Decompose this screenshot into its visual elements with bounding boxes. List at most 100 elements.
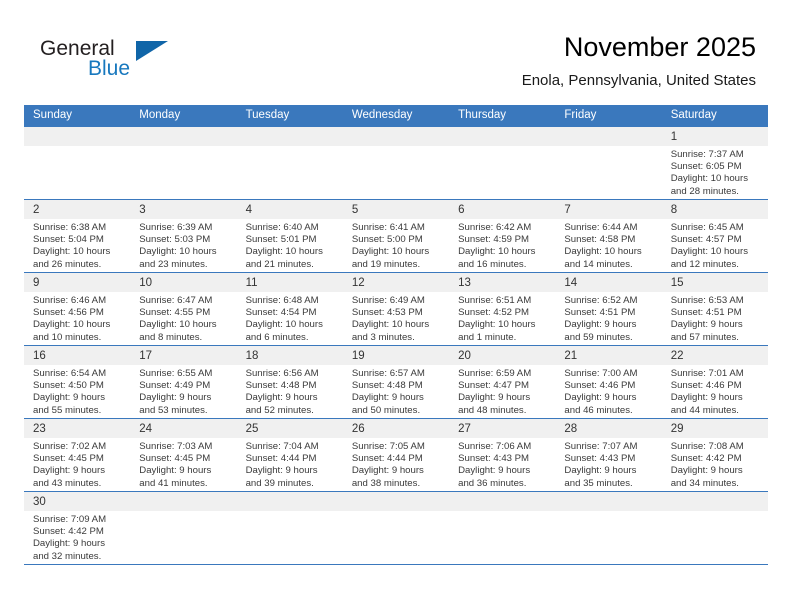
- daylight-text-line2: and 1 minute.: [458, 331, 517, 343]
- daylight-text-line2: and 53 minutes.: [139, 404, 208, 416]
- calendar-day-cell[interactable]: 19 Sunrise: 6:57 AM Sunset: 4:48 PM Dayligh…: [342, 345, 450, 419]
- sunrise-text: Sunrise: 6:49 AM: [351, 295, 425, 306]
- calendar-day-cell[interactable]: 9 Sunrise: 6:46 AM Sunset: 4:56 PM Daylight…: [24, 272, 131, 346]
- calendar-day-cell[interactable]: 23 Sunrise: 7:02 AM Sunset: 4:45 PM Dayligh…: [24, 418, 131, 492]
- calendar-day-cell[interactable]: 22 Sunrise: 7:01 AM Sunset: 4:46 PM Dayligh…: [661, 345, 768, 419]
- sunset-text: Sunset: 4:43 PM: [564, 453, 636, 465]
- calendar-day-cell[interactable]: 5 Sunrise: 6:41 AM Sunset: 5:00 PM Daylight…: [342, 199, 450, 273]
- general-blue-logo[interactable]: General Blue: [40, 38, 240, 92]
- calendar-day-cell-empty: [236, 126, 343, 200]
- day-number: 5: [342, 200, 450, 219]
- calendar-day-cell[interactable]: 12 Sunrise: 6:49 AM Sunset: 4:53 PM Dayligh…: [342, 272, 450, 346]
- sunset-text: Sunset: 4:57 PM: [670, 234, 742, 246]
- daylight-text-line1: Daylight: 10 hours: [564, 246, 642, 258]
- sunset-text: Sunset: 4:58 PM: [564, 234, 636, 246]
- daylight-text-line1: Daylight: 9 hours: [139, 465, 212, 477]
- day-number: 9: [24, 273, 131, 292]
- day-details: Sunrise: 6:45 AM Sunset: 4:57 PM Daylight:…: [662, 219, 768, 271]
- calendar-day-cell[interactable]: 11 Sunrise: 6:48 AM Sunset: 4:54 PM Dayligh…: [236, 272, 343, 346]
- sunset-text: Sunset: 4:44 PM: [245, 453, 317, 465]
- calendar-day-cell-empty: [236, 491, 343, 565]
- sunset-text: Sunset: 4:56 PM: [33, 307, 104, 319]
- calendar-day-cell[interactable]: 13 Sunrise: 6:51 AM Sunset: 4:52 PM Dayligh…: [449, 272, 556, 346]
- day-details: Sunrise: 7:00 AM Sunset: 4:46 PM Daylight:…: [555, 365, 661, 417]
- calendar-day-cell[interactable]: 2 Sunrise: 6:38 AM Sunset: 5:04 PM Daylight…: [24, 199, 131, 273]
- daylight-text-line2: and 46 minutes.: [564, 404, 633, 416]
- daylight-text-line2: and 16 minutes.: [458, 258, 527, 270]
- day-details: Sunrise: 6:59 AM Sunset: 4:47 PM Daylight:…: [449, 365, 555, 417]
- daylight-text-line1: Daylight: 9 hours: [139, 392, 212, 404]
- calendar-day-cell[interactable]: 8 Sunrise: 6:45 AM Sunset: 4:57 PM Daylight…: [661, 199, 768, 273]
- daylight-text-line2: and 26 minutes.: [33, 258, 102, 270]
- day-details: Sunrise: 6:52 AM Sunset: 4:51 PM Daylight:…: [555, 292, 661, 344]
- calendar-week-row: 30 Sunrise: 7:09 AM Sunset: 4:42 PM Dayligh…: [24, 491, 768, 565]
- calendar-day-cell[interactable]: 24 Sunrise: 7:03 AM Sunset: 4:45 PM Dayligh…: [130, 418, 237, 492]
- day-number-placeholder: [449, 127, 556, 146]
- sunrise-text: Sunrise: 6:47 AM: [139, 295, 213, 306]
- sunrise-text: Sunrise: 7:07 AM: [564, 441, 638, 452]
- daylight-text-line2: and 41 minutes.: [139, 477, 208, 489]
- calendar-day-cell[interactable]: 28 Sunrise: 7:07 AM Sunset: 4:43 PM Dayligh…: [555, 418, 662, 492]
- title-block: November 2025 Enola, Pennsylvania, Unite…: [522, 30, 756, 92]
- sunrise-sunset-calendar: Sunday Monday Tuesday Wednesday Thursday Frid…: [24, 105, 768, 565]
- sunrise-text: Sunrise: 6:59 AM: [458, 368, 532, 379]
- calendar-day-cell[interactable]: 1 Sunrise: 7:37 AM Sunset: 6:05 PM Daylight…: [661, 126, 768, 200]
- calendar-day-cell[interactable]: 4 Sunrise: 6:40 AM Sunset: 5:01 PM Daylight…: [236, 199, 343, 273]
- daylight-text-line1: Daylight: 10 hours: [33, 319, 111, 331]
- day-number-placeholder: [236, 127, 343, 146]
- calendar-day-cell[interactable]: 21 Sunrise: 7:00 AM Sunset: 4:46 PM Dayligh…: [555, 345, 662, 419]
- sunrise-text: Sunrise: 7:04 AM: [245, 441, 319, 452]
- calendar-day-cell-empty: [24, 126, 131, 200]
- daylight-text-line1: Daylight: 10 hours: [458, 319, 536, 331]
- daylight-text-line1: Daylight: 9 hours: [564, 392, 637, 404]
- calendar-day-cell[interactable]: 25 Sunrise: 7:04 AM Sunset: 4:44 PM Dayligh…: [236, 418, 343, 492]
- daylight-text-line1: Daylight: 10 hours: [351, 319, 430, 331]
- sunset-text: Sunset: 4:45 PM: [33, 453, 104, 465]
- calendar-day-cell[interactable]: 20 Sunrise: 6:59 AM Sunset: 4:47 PM Dayligh…: [449, 345, 556, 419]
- calendar-day-cell[interactable]: 10 Sunrise: 6:47 AM Sunset: 4:55 PM Dayligh…: [130, 272, 237, 346]
- daylight-text-line2: and 38 minutes.: [351, 477, 421, 489]
- day-details: Sunrise: 6:51 AM Sunset: 4:52 PM Daylight:…: [449, 292, 555, 344]
- sunrise-text: Sunrise: 6:48 AM: [245, 295, 319, 306]
- calendar-day-cell[interactable]: 26 Sunrise: 7:05 AM Sunset: 4:44 PM Dayligh…: [342, 418, 450, 492]
- daylight-text-line2: and 14 minutes.: [564, 258, 633, 270]
- sunrise-text: Sunrise: 7:06 AM: [458, 441, 532, 452]
- sunrise-text: Sunrise: 6:38 AM: [33, 222, 107, 233]
- day-details: Sunrise: 6:39 AM Sunset: 5:03 PM Daylight:…: [130, 219, 236, 271]
- daylight-text-line1: Daylight: 10 hours: [351, 246, 430, 258]
- day-number: 15: [661, 273, 768, 292]
- calendar-day-cell[interactable]: 27 Sunrise: 7:06 AM Sunset: 4:43 PM Dayligh…: [449, 418, 556, 492]
- sunset-text: Sunset: 4:48 PM: [245, 380, 317, 392]
- calendar-day-cell-empty: [130, 491, 237, 565]
- sunrise-text: Sunrise: 6:40 AM: [245, 222, 319, 233]
- sunset-text: Sunset: 4:49 PM: [139, 380, 211, 392]
- calendar-day-cell-empty: [130, 126, 237, 200]
- sunrise-text: Sunrise: 6:57 AM: [351, 368, 425, 379]
- weekday-header-tuesday: Tuesday: [236, 105, 343, 127]
- calendar-day-cell[interactable]: 18 Sunrise: 6:56 AM Sunset: 4:48 PM Dayligh…: [236, 345, 343, 419]
- calendar-day-cell[interactable]: 16 Sunrise: 6:54 AM Sunset: 4:50 PM Dayligh…: [24, 345, 131, 419]
- day-number: 3: [130, 200, 237, 219]
- calendar-day-cell[interactable]: 30 Sunrise: 7:09 AM Sunset: 4:42 PM Dayligh…: [24, 491, 131, 565]
- daylight-text-line1: Daylight: 9 hours: [670, 465, 743, 477]
- sunrise-text: Sunrise: 6:44 AM: [564, 222, 638, 233]
- calendar-day-cell[interactable]: 7 Sunrise: 6:44 AM Sunset: 4:58 PM Daylight…: [555, 199, 662, 273]
- daylight-text-line1: Daylight: 9 hours: [670, 392, 743, 404]
- sunset-text: Sunset: 4:54 PM: [245, 307, 317, 319]
- sunset-text: Sunset: 5:03 PM: [139, 234, 211, 246]
- calendar-day-cell[interactable]: 3 Sunrise: 6:39 AM Sunset: 5:03 PM Daylight…: [130, 199, 237, 273]
- sunrise-text: Sunrise: 6:55 AM: [139, 368, 213, 379]
- calendar-day-cell[interactable]: 29 Sunrise: 7:08 AM Sunset: 4:42 PM Dayligh…: [661, 418, 768, 492]
- calendar-day-cell-empty: [342, 491, 450, 565]
- calendar-day-cell[interactable]: 6 Sunrise: 6:42 AM Sunset: 4:59 PM Daylight…: [449, 199, 556, 273]
- calendar-day-cell[interactable]: 17 Sunrise: 6:55 AM Sunset: 4:49 PM Dayligh…: [130, 345, 237, 419]
- daylight-text-line2: and 50 minutes.: [351, 404, 421, 416]
- day-number-placeholder: [342, 127, 450, 146]
- calendar-day-cell-empty: [342, 126, 450, 200]
- day-number: 30: [24, 492, 131, 511]
- calendar-day-cell[interactable]: 14 Sunrise: 6:52 AM Sunset: 4:51 PM Dayligh…: [555, 272, 662, 346]
- day-details: Sunrise: 6:53 AM Sunset: 4:51 PM Daylight:…: [662, 292, 768, 344]
- daylight-text-line1: Daylight: 10 hours: [670, 173, 749, 185]
- day-details: Sunrise: 7:04 AM Sunset: 4:44 PM Daylight:…: [237, 438, 343, 490]
- calendar-day-cell[interactable]: 15 Sunrise: 6:53 AM Sunset: 4:51 PM Dayligh…: [661, 272, 768, 346]
